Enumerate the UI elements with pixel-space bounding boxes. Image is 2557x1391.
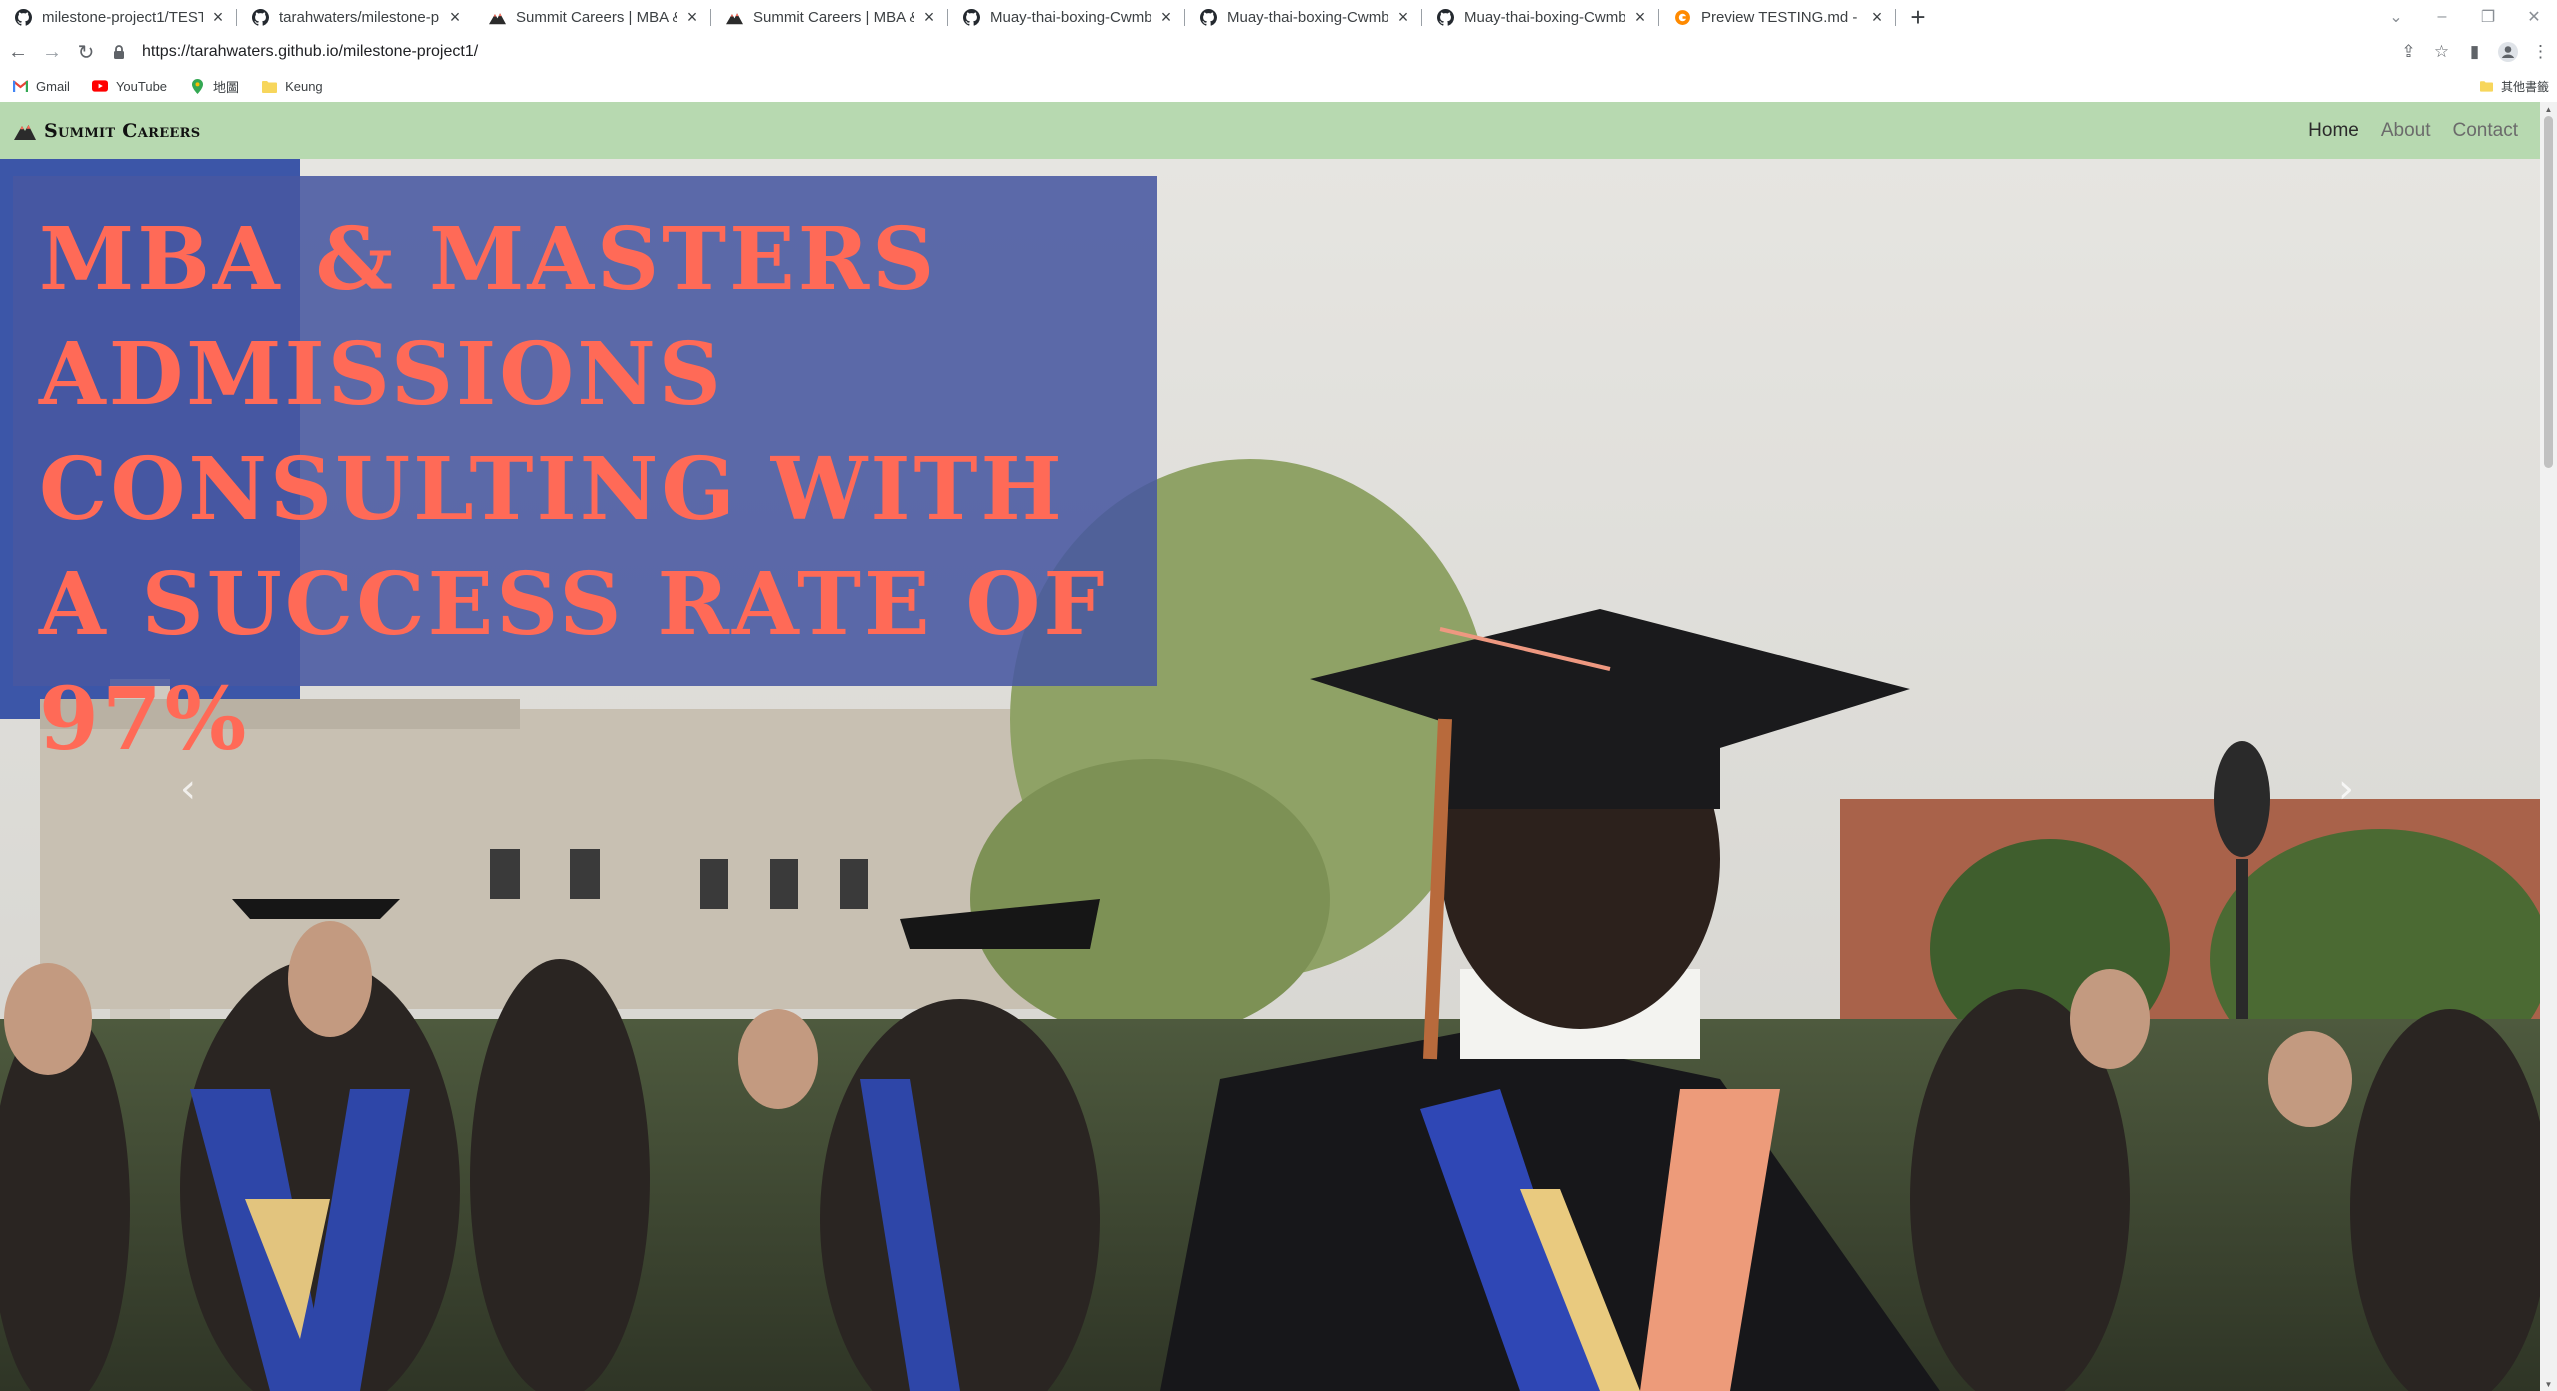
gmail-icon — [12, 78, 28, 94]
browser-tab[interactable]: Preview TESTING.md - milesto × — [1659, 0, 1896, 34]
address-bar[interactable]: https://tarahwaters.github.io/milestone-… — [110, 37, 2390, 67]
github-icon — [14, 8, 32, 26]
close-tab-icon[interactable]: × — [1868, 7, 1886, 27]
scroll-down-arrow-icon[interactable]: ▼ — [2540, 1377, 2557, 1391]
back-button[interactable]: ← — [2, 36, 34, 68]
tab-search-icon[interactable]: ⌄ — [2373, 0, 2419, 34]
profile-avatar-icon[interactable] — [2491, 36, 2524, 69]
window-controls: ⌄ – ❐ ✕ — [2373, 0, 2557, 34]
minimize-icon[interactable]: – — [2419, 0, 2465, 34]
folder-icon — [2479, 78, 2495, 94]
page-viewport: Summit Careers Home About Contact MBA & … — [0, 102, 2557, 1391]
browser-toolbar: ← → ↻ https://tarahwaters.github.io/mile… — [0, 34, 2557, 70]
restore-icon[interactable]: ❐ — [2465, 0, 2511, 34]
chevron-right-icon: › — [2338, 766, 2354, 812]
browser-tab[interactable]: milestone-project1/TESTING.m × — [0, 0, 237, 34]
nav-link-contact[interactable]: Contact — [2453, 120, 2518, 142]
github-icon — [251, 8, 269, 26]
lock-icon[interactable] — [110, 43, 128, 61]
site-brand[interactable]: Summit Careers — [14, 120, 200, 142]
scroll-up-arrow-icon[interactable]: ▲ — [2540, 102, 2557, 116]
github-icon — [1436, 8, 1454, 26]
tab-title: Summit Careers | MBA & Maste — [753, 8, 914, 26]
bookmark-maps[interactable]: 地圖 — [189, 77, 239, 96]
mountain-logo-icon — [14, 124, 36, 140]
close-tab-icon[interactable]: × — [683, 7, 701, 27]
github-icon — [962, 8, 980, 26]
bookmark-folder-keung[interactable]: Keung — [261, 78, 323, 94]
bookmarks-bar: Gmail YouTube 地圖 Keung 其他書籤 — [0, 70, 2557, 102]
bookmark-label: Gmail — [36, 78, 70, 94]
scrollbar-thumb[interactable] — [2544, 116, 2553, 468]
github-icon — [1199, 8, 1217, 26]
bookmark-label: YouTube — [115, 78, 168, 94]
chevron-left-icon: ‹ — [180, 766, 196, 812]
close-tab-icon[interactable]: × — [1394, 7, 1412, 27]
site-navbar: Summit Careers Home About Contact — [0, 102, 2540, 159]
bookmark-star-icon[interactable]: ☆ — [2425, 36, 2458, 69]
close-tab-icon[interactable]: × — [1157, 7, 1175, 27]
side-panel-icon[interactable]: ▮ — [2458, 36, 2491, 69]
close-tab-icon[interactable]: × — [446, 7, 464, 27]
browser-tab[interactable]: Muay-thai-boxing-Cwmbran/ × — [1185, 0, 1422, 34]
hero-carousel: MBA & Masters Admissions Consulting with… — [0, 159, 2540, 1391]
close-tab-icon[interactable]: × — [1631, 7, 1649, 27]
tab-title: tarahwaters/milestone-project — [279, 8, 440, 26]
bookmark-gmail[interactable]: Gmail — [12, 78, 70, 94]
hero-headline-box: MBA & Masters Admissions Consulting with… — [13, 176, 1157, 770]
folder-icon — [261, 78, 277, 94]
bookmark-label: 地圖 — [213, 79, 240, 95]
browser-tab-strip: milestone-project1/TESTING.m × tarahwate… — [0, 0, 2557, 34]
reload-button[interactable]: ↻ — [70, 36, 102, 68]
hero-headline: MBA & Masters Admissions Consulting with… — [39, 209, 1108, 770]
gitpod-icon — [1673, 8, 1691, 26]
brand-name: Summit Careers — [44, 119, 201, 142]
browser-tab[interactable]: Muay-thai-boxing-Cwmbran/ × — [948, 0, 1185, 34]
mountain-icon — [488, 8, 506, 26]
carousel-prev-button[interactable]: ‹ — [168, 766, 208, 812]
carousel-next-button[interactable]: › — [2326, 766, 2366, 812]
tab-title: Summit Careers | MBA & Maste — [516, 8, 677, 26]
youtube-icon — [91, 78, 108, 94]
bookmark-label: Keung — [285, 78, 323, 94]
maps-icon — [189, 78, 205, 94]
other-bookmarks-label: 其他書籤 — [2500, 79, 2549, 94]
new-tab-button[interactable]: + — [1896, 0, 1940, 34]
share-icon[interactable]: ⇪ — [2392, 36, 2425, 69]
nav-link-home[interactable]: Home — [2308, 120, 2359, 142]
browser-tab[interactable]: Summit Careers | MBA & Maste × — [711, 0, 948, 34]
site-nav-links: Home About Contact — [2308, 102, 2518, 159]
close-window-icon[interactable]: ✕ — [2511, 0, 2557, 34]
nav-link-about[interactable]: About — [2381, 120, 2431, 142]
tab-title: Muay-thai-boxing-Cwmbran/ — [1464, 8, 1625, 26]
toolbar-actions: ⇪ ☆ ▮ ⋮ — [2392, 34, 2557, 70]
bookmark-youtube[interactable]: YouTube — [91, 78, 168, 94]
browser-tab[interactable]: Muay-thai-boxing-Cwmbran/ × — [1422, 0, 1659, 34]
tab-title: Preview TESTING.md - milesto — [1701, 8, 1862, 26]
browser-tab[interactable]: tarahwaters/milestone-project × — [237, 0, 474, 34]
other-bookmarks[interactable]: 其他書籤 — [2479, 70, 2549, 102]
tab-title: Muay-thai-boxing-Cwmbran/ — [1227, 8, 1388, 26]
page-scrollbar[interactable]: ▲ ▼ — [2540, 102, 2557, 1391]
forward-button[interactable]: → — [36, 36, 68, 68]
menu-kebab-icon[interactable]: ⋮ — [2524, 36, 2557, 69]
close-tab-icon[interactable]: × — [920, 7, 938, 27]
tab-separator — [1895, 9, 1896, 26]
tab-title: Muay-thai-boxing-Cwmbran/ — [990, 8, 1151, 26]
close-tab-icon[interactable]: × — [209, 7, 227, 27]
url-text[interactable]: https://tarahwaters.github.io/milestone-… — [142, 43, 478, 61]
mountain-icon — [725, 8, 743, 26]
tab-title: milestone-project1/TESTING.m — [42, 8, 203, 26]
browser-tab-active[interactable]: Summit Careers | MBA & Maste × — [474, 0, 711, 34]
